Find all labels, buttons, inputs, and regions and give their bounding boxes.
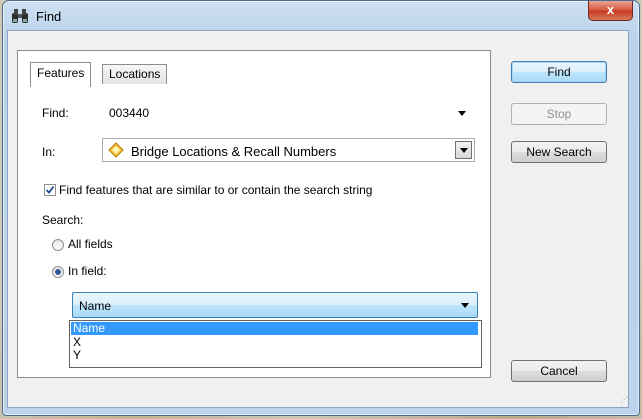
- field-option-name[interactable]: Name: [71, 322, 478, 335]
- find-dropdown-arrow-icon[interactable]: [458, 111, 466, 116]
- tab-locations[interactable]: Locations: [102, 64, 168, 84]
- close-button[interactable]: x: [588, 1, 633, 21]
- in-field-label[interactable]: In field:: [68, 264, 107, 278]
- field-combo-value: Name: [79, 299, 112, 313]
- field-dropdown-list: Name X Y: [69, 320, 482, 368]
- dialog-title: Find: [36, 9, 62, 24]
- in-label: In:: [42, 145, 56, 159]
- binoculars-icon: [12, 9, 28, 23]
- cancel-button[interactable]: Cancel: [511, 360, 607, 382]
- layer-diamond-icon: [108, 142, 124, 158]
- find-combo[interactable]: 003440: [102, 100, 475, 124]
- layer-dropdown-button[interactable]: [455, 141, 472, 159]
- field-option-y[interactable]: Y: [71, 349, 478, 362]
- chevron-down-icon: [460, 148, 468, 153]
- all-fields-radio[interactable]: [52, 239, 64, 251]
- checkmark-icon: [45, 185, 55, 194]
- tab-features-label: Features: [37, 66, 85, 80]
- title-bar[interactable]: Find x: [3, 1, 639, 31]
- find-label: Find:: [42, 106, 69, 120]
- close-icon: x: [606, 2, 615, 17]
- all-fields-label[interactable]: All fields: [68, 237, 113, 251]
- new-search-button[interactable]: New Search: [511, 141, 607, 163]
- search-label: Search:: [42, 213, 84, 227]
- chevron-down-icon[interactable]: [461, 303, 469, 308]
- field-combo[interactable]: Name: [72, 292, 478, 318]
- find-button[interactable]: Find: [511, 61, 607, 83]
- similar-checkbox[interactable]: [44, 184, 56, 196]
- layer-combo-value: Bridge Locations & Recall Numbers: [131, 144, 337, 159]
- tab-features[interactable]: Features: [30, 62, 92, 87]
- layer-combo[interactable]: Bridge Locations & Recall Numbers: [102, 138, 475, 162]
- tab-locations-label: Locations: [109, 67, 161, 81]
- stop-button[interactable]: Stop: [511, 103, 607, 125]
- field-option-x[interactable]: X: [71, 336, 478, 349]
- resize-grip[interactable]: ⋰: [620, 396, 628, 404]
- in-field-radio[interactable]: [52, 266, 64, 278]
- find-input[interactable]: 003440: [109, 106, 149, 120]
- similar-checkbox-label[interactable]: Find features that are similar to or con…: [59, 183, 372, 197]
- radio-selected-dot: [55, 269, 61, 275]
